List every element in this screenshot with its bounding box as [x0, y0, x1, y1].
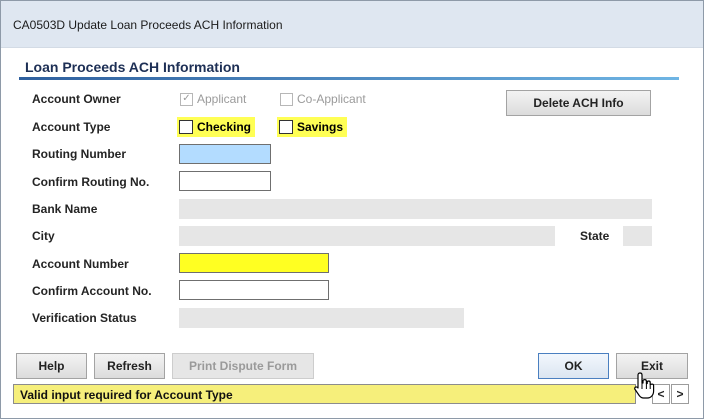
- city-field: [179, 226, 555, 246]
- delete-ach-info-button[interactable]: Delete ACH Info: [506, 90, 651, 116]
- routing-number-input[interactable]: [179, 144, 271, 164]
- section-title: Loan Proceeds ACH Information: [25, 59, 240, 75]
- bank-name-field: [179, 199, 652, 219]
- ok-button[interactable]: OK: [538, 353, 609, 379]
- print-dispute-form-button[interactable]: Print Dispute Form: [172, 353, 314, 379]
- verification-status-field: [179, 308, 464, 328]
- state-field: [623, 226, 652, 246]
- refresh-button[interactable]: Refresh: [94, 353, 165, 379]
- account-number-label: Account Number: [32, 257, 129, 271]
- applicant-checkbox[interactable]: ✓ Applicant: [180, 92, 246, 106]
- account-owner-label: Account Owner: [32, 92, 121, 106]
- applicant-label: Applicant: [197, 92, 247, 106]
- co-applicant-label: Co-Applicant: [297, 92, 366, 106]
- account-number-input[interactable]: [179, 253, 329, 273]
- co-applicant-checkbox[interactable]: Co-Applicant: [280, 92, 366, 106]
- help-button[interactable]: Help: [16, 353, 87, 379]
- city-label: City: [32, 229, 55, 243]
- window-title: CA0503D Update Loan Proceeds ACH Informa…: [13, 18, 283, 32]
- savings-checkbox[interactable]: Savings: [277, 117, 348, 137]
- title-bar: CA0503D Update Loan Proceeds ACH Informa…: [1, 1, 703, 48]
- confirm-routing-label: Confirm Routing No.: [32, 175, 150, 189]
- next-arrow-icon[interactable]: >: [671, 384, 689, 404]
- verification-status-label: Verification Status: [32, 311, 137, 325]
- hand-pointer-icon: [634, 372, 655, 399]
- state-label: State: [580, 229, 610, 243]
- section-divider: [19, 77, 679, 80]
- bank-name-label: Bank Name: [32, 202, 98, 216]
- savings-label: Savings: [297, 120, 344, 134]
- dialog-window: CA0503D Update Loan Proceeds ACH Informa…: [0, 0, 704, 419]
- check-icon: ✓: [180, 92, 193, 106]
- status-message: Valid input required for Account Type: [13, 384, 636, 404]
- confirm-account-label: Confirm Account No.: [32, 284, 152, 298]
- confirm-account-input[interactable]: [179, 280, 329, 300]
- routing-number-label: Routing Number: [32, 147, 126, 161]
- checking-label: Checking: [197, 120, 252, 134]
- confirm-routing-input[interactable]: [179, 171, 271, 191]
- account-type-label: Account Type: [32, 120, 111, 134]
- checking-checkbox[interactable]: Checking: [177, 117, 256, 137]
